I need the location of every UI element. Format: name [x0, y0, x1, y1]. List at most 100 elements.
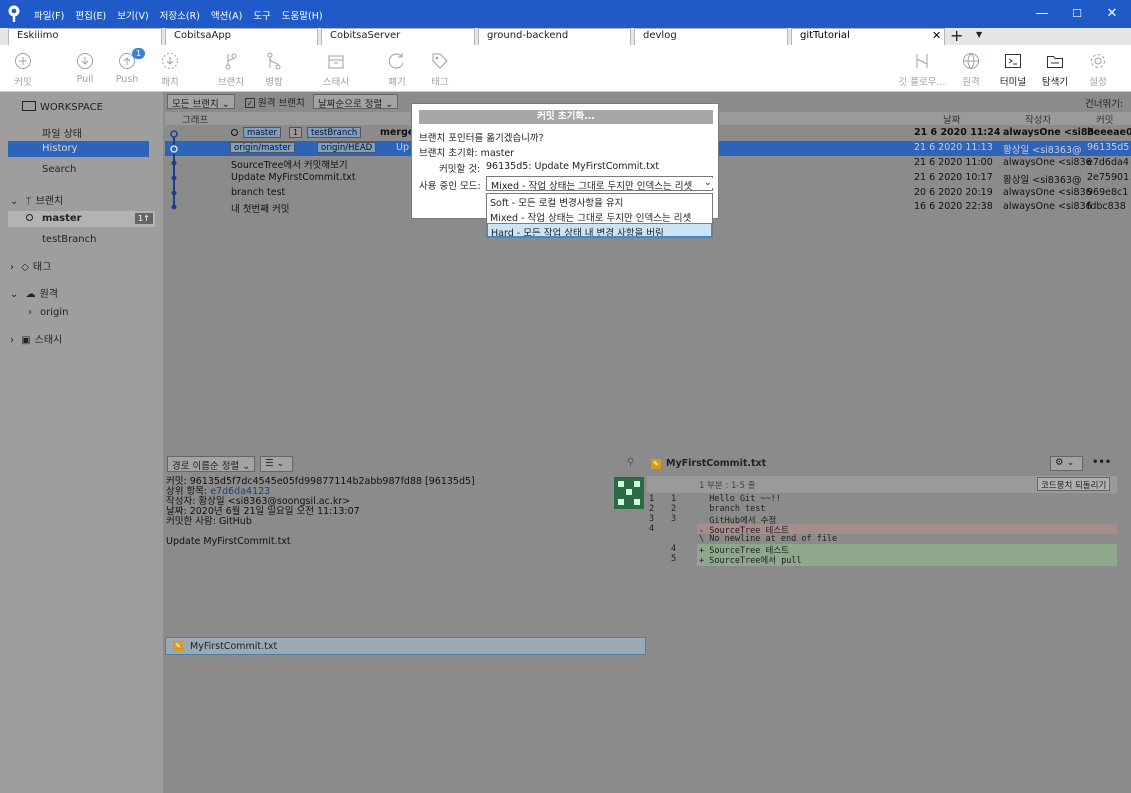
discard-button[interactable]: 폐기: [377, 51, 417, 88]
branches-label: 브랜치: [35, 196, 64, 207]
menu-file[interactable]: 파일(F): [34, 8, 64, 22]
sidebar-item-history[interactable]: History: [8, 141, 149, 157]
diff-options-button[interactable]: ⚙ ⌄: [1050, 456, 1083, 471]
branches-header[interactable]: ⌄ ᛘ 브랜치: [10, 192, 63, 207]
tab-gittutorial[interactable]: gitTutorial ✕: [791, 28, 945, 45]
add-tab-button[interactable]: +: [950, 26, 963, 45]
reset-mode-select[interactable]: Mixed - 작업 상태는 그대로 두지만 인덱스는 리셋: [486, 176, 713, 191]
remote-branch-checkbox[interactable]: ✓ 원격 브랜치: [245, 95, 305, 109]
branch-filter-dropdown[interactable]: 모든 브랜치 ⌄: [167, 94, 235, 110]
sidebar-item-file-status[interactable]: 파일 상태: [42, 125, 82, 140]
changed-file-name: MyFirstCommit.txt: [190, 641, 278, 652]
changed-file-row[interactable]: ✎ MyFirstCommit.txt: [165, 637, 646, 655]
settings-button[interactable]: 설정: [1078, 51, 1118, 88]
stash-button[interactable]: 스태시: [316, 51, 356, 88]
explorer-button[interactable]: 탐색기: [1035, 51, 1075, 88]
path-sort-dropdown[interactable]: 경로 이름순 정렬 ⌄: [167, 456, 256, 472]
commit-author: alwaysOne <si836: [1003, 187, 1092, 198]
current-branch-icon: [26, 214, 33, 221]
tab-devlog[interactable]: devlog: [634, 28, 788, 45]
push-button[interactable]: 1 Push: [107, 48, 147, 85]
sidebar: WORKSPACE 파일 상태 History Search ⌄ ᛘ 브랜치 ma…: [0, 92, 163, 793]
reset-branch-label: 브랜치 초기화: master: [419, 148, 515, 159]
terminal-button[interactable]: 터미널: [993, 51, 1033, 88]
menu-edit[interactable]: 편집(E): [75, 8, 106, 22]
workspace-header: WORKSPACE: [22, 101, 103, 113]
remote-branch-label: 원격 브랜치: [258, 98, 305, 109]
stash-icon: [328, 55, 344, 69]
chevron-right-icon: ›: [28, 307, 32, 318]
workspace-label: WORKSPACE: [40, 102, 103, 113]
commit-desc: branch test: [231, 187, 286, 198]
commit-date: 16 6 2020 22:38: [914, 201, 993, 212]
patch-label: 패치: [161, 77, 179, 88]
diff-file-name: MyFirstCommit.txt: [666, 458, 767, 469]
column-date[interactable]: 날짜: [943, 112, 960, 126]
stash-icon: ▣: [21, 335, 31, 346]
column-graph[interactable]: 그래프: [182, 112, 208, 126]
commit-desc: Update MyFirstCommit.txt: [231, 172, 356, 183]
sidebar-item-testbranch[interactable]: testBranch: [42, 234, 96, 245]
commit-hash: beeeae0: [1087, 127, 1131, 138]
close-window-button[interactable]: ✕: [1102, 6, 1122, 21]
commit-message: Update MyFirstCommit.txt: [166, 536, 291, 547]
chevron-down-icon[interactable]: ⌄: [702, 178, 714, 188]
commit-detail-pane: 경로 이름순 정렬 ⌄ ☰ ⌄ ⚲ 커밋: 96135d5f7dc4545e05…: [165, 454, 646, 793]
sidebar-item-master[interactable]: master 1↑: [8, 211, 155, 227]
tags-header[interactable]: › ◇ 태그: [10, 258, 51, 273]
branch-icon: ᛘ: [25, 196, 32, 207]
column-commit[interactable]: 커밋: [1096, 112, 1113, 126]
tab-cobitsaserver[interactable]: CobitsaServer: [321, 28, 475, 45]
menu-repository[interactable]: 저장소(R): [160, 8, 200, 22]
sidebar-item-search[interactable]: Search: [42, 164, 76, 175]
diff-lines: 11 Hello Git ~~!! 22 branch test 33 GitH…: [647, 494, 1117, 566]
column-author[interactable]: 작성자: [1025, 112, 1051, 126]
commit-author: alwaysOne <si836: [1003, 157, 1092, 168]
remote-tag-origin-master: origin/master: [230, 142, 296, 153]
tag-icon: ◇: [21, 262, 29, 273]
tab-ground-backend[interactable]: ground-backend: [478, 28, 631, 45]
menu-tools[interactable]: 도구: [253, 8, 270, 22]
commit-button[interactable]: 커밋: [3, 51, 43, 88]
commit-hash: fdbc838: [1087, 201, 1126, 212]
chevron-right-icon: ›: [10, 262, 14, 273]
commit-date: 21 6 2020 11:00: [914, 157, 993, 168]
revert-hunk-button[interactable]: 코드뭉치 되돌리기: [1037, 477, 1111, 491]
diff-text: + SourceTree에서 pull: [697, 554, 1117, 566]
option-mixed[interactable]: Mixed - 작업 상태는 그대로 두지만 인덱스는 리셋: [487, 209, 712, 223]
commit-plus-icon: [15, 53, 31, 69]
option-hard[interactable]: Hard - 모든 작업 상태 내 변경 사항을 버림: [487, 223, 712, 237]
patch-button[interactable]: 패치: [150, 51, 190, 88]
commit-date: 20 6 2020 20:19: [914, 187, 993, 198]
remote-button[interactable]: 원격: [951, 51, 991, 88]
tag-button[interactable]: 태그: [420, 51, 460, 88]
repo-tab-bar: Eskiiimo CobitsaApp CobitsaServer ground…: [0, 26, 1131, 45]
sort-dropdown[interactable]: 날짜순으로 정렬 ⌄: [313, 94, 399, 110]
tab-cobitsaapp[interactable]: CobitsaApp: [165, 28, 318, 45]
menu-view[interactable]: 보기(V): [117, 8, 148, 22]
sidebar-item-origin[interactable]: › origin: [28, 307, 68, 318]
commit-label: 커밋: [14, 77, 32, 88]
maximize-button[interactable]: ☐: [1067, 7, 1087, 20]
tab-eskiiimo[interactable]: Eskiiimo: [8, 28, 162, 45]
tab-close-icon[interactable]: ✕: [932, 29, 941, 42]
merge-button[interactable]: 병합: [254, 51, 294, 88]
tab-list-chevron-icon[interactable]: ▼: [976, 30, 982, 39]
stash-header[interactable]: › ▣ 스태시: [10, 331, 62, 346]
minimize-button[interactable]: —: [1032, 6, 1052, 21]
search-icon[interactable]: ⚲: [627, 457, 634, 468]
remotes-header[interactable]: ⌄ ☁ 원격: [10, 285, 58, 300]
pull-button[interactable]: Pull: [65, 51, 105, 85]
option-soft[interactable]: Soft - 모든 로컬 변경사항을 유지: [487, 194, 712, 208]
sort-value: 날짜순으로 정렬: [318, 99, 383, 110]
menu-actions[interactable]: 액션(A): [211, 8, 242, 22]
commit-hash: 2e75901: [1087, 172, 1130, 183]
view-mode-dropdown[interactable]: ☰ ⌄: [260, 456, 293, 472]
git-flow-button[interactable]: 깃 플로우...: [894, 51, 950, 88]
more-options-icon[interactable]: •••: [1092, 457, 1111, 468]
cloud-icon: ☁: [25, 289, 36, 300]
old-line-no: 3: [649, 514, 655, 524]
diff-line-added: 5 + SourceTree에서 pull: [647, 554, 1117, 566]
branch-button[interactable]: 브랜치: [211, 51, 251, 88]
menu-help[interactable]: 도움말(H): [282, 8, 323, 22]
